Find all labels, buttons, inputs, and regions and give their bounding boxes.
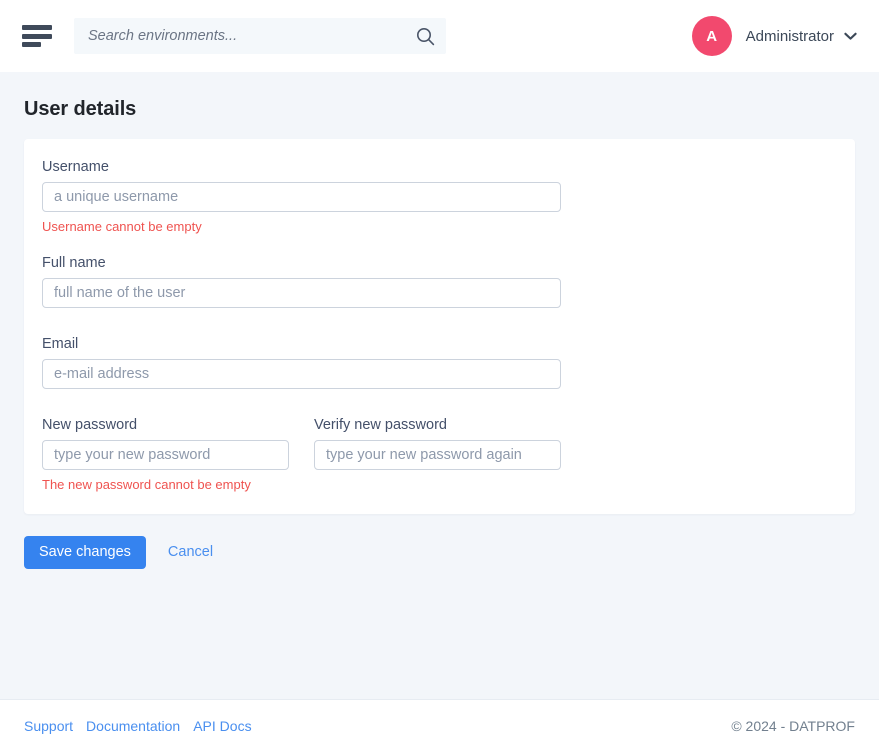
user-details-card: Username Username cannot be empty Full n… [24,139,855,514]
footer-copyright: © 2024 - DATPROF [731,718,855,734]
page-footer: Support Documentation API Docs © 2024 - … [0,699,879,751]
field-fullname: Full name [42,255,837,308]
hamburger-bar-2 [22,34,52,39]
page-title: User details [24,72,855,121]
verify-password-label: Verify new password [314,417,561,433]
verify-password-input[interactable] [314,440,561,470]
search-icon[interactable] [414,25,436,47]
username-label: Username [42,159,837,175]
form-actions: Save changes Cancel [24,536,855,569]
username-error-message: Username cannot be empty [42,219,837,234]
hamburger-menu-icon[interactable] [22,25,52,47]
chevron-down-icon[interactable] [844,32,857,41]
field-new-password: New password The new password cannot be … [42,417,289,492]
user-menu[interactable]: A Administrator [692,16,857,56]
spacer [42,312,837,336]
new-password-input[interactable] [42,440,289,470]
search-input[interactable] [88,28,414,44]
email-input[interactable] [42,359,561,389]
spacer [42,238,837,255]
field-username: Username Username cannot be empty [42,159,837,234]
cancel-button[interactable]: Cancel [168,544,213,560]
top-header-bar: A Administrator [0,0,879,72]
username-input[interactable] [42,182,561,212]
save-changes-button[interactable]: Save changes [24,536,146,569]
password-row: New password The new password cannot be … [42,417,837,492]
field-verify-password: Verify new password [314,417,561,492]
spacer [42,393,837,417]
footer-link-documentation[interactable]: Documentation [86,718,180,734]
footer-link-support[interactable]: Support [24,718,73,734]
main-content: User details Username Username cannot be… [0,72,879,699]
field-email: Email [42,336,837,389]
hamburger-bar-1 [22,25,52,30]
search-box[interactable] [74,18,446,54]
footer-links: Support Documentation API Docs [24,718,252,734]
new-password-label: New password [42,417,289,433]
avatar: A [692,16,732,56]
fullname-input[interactable] [42,278,561,308]
fullname-label: Full name [42,255,837,271]
user-name-label: Administrator [746,28,834,45]
footer-link-api-docs[interactable]: API Docs [193,718,251,734]
new-password-error-message: The new password cannot be empty [42,477,289,492]
email-label: Email [42,336,837,352]
hamburger-bar-3 [22,42,41,47]
